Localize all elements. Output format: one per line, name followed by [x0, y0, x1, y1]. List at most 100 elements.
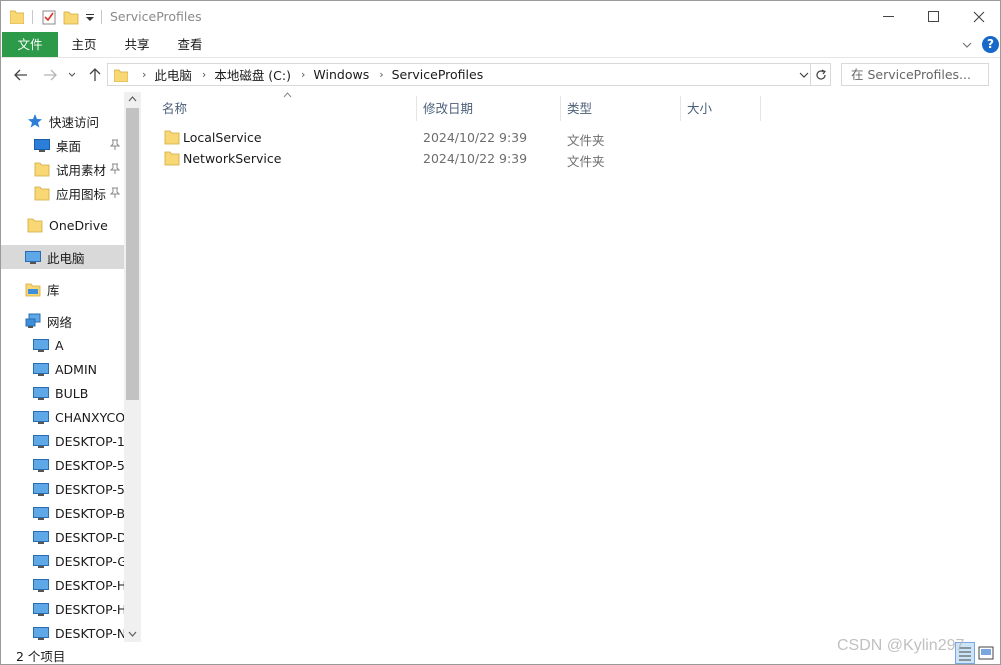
- nav-onedrive[interactable]: OneDrive: [1, 213, 124, 237]
- nav-label: DESKTOP-5I: [55, 481, 124, 497]
- scroll-down-icon[interactable]: [128, 631, 137, 637]
- nav-network-computer[interactable]: ADMIN: [1, 357, 124, 381]
- search-input[interactable]: 在 ServiceProfiles...: [841, 63, 989, 86]
- close-icon: [973, 11, 985, 22]
- nav-network[interactable]: 网络: [1, 309, 124, 333]
- nav-label: A: [55, 337, 64, 353]
- title-bar: ServiceProfiles: [1, 1, 1000, 32]
- tab-view[interactable]: 查看: [169, 32, 211, 57]
- file-row[interactable]: LocalService 2024/10/22 9:39 文件夹: [156, 127, 756, 148]
- forward-button[interactable]: [41, 66, 59, 84]
- back-button[interactable]: [12, 66, 30, 84]
- nav-network-computer[interactable]: BULB: [1, 381, 124, 405]
- nav-label: DESKTOP-H: [55, 577, 124, 593]
- tab-file[interactable]: 文件: [2, 32, 58, 57]
- nav-label: DESKTOP-B: [55, 505, 124, 521]
- nav-this-pc[interactable]: 此电脑: [1, 245, 124, 269]
- minimize-icon: [882, 16, 894, 17]
- file-name: NetworkService: [183, 151, 282, 166]
- network-icon: [25, 313, 41, 328]
- folder-icon: [164, 130, 180, 145]
- column-header-modified[interactable]: 修改日期: [417, 96, 561, 121]
- nav-label: DESKTOP-5C: [55, 457, 124, 473]
- breadcrumb-serviceprofiles[interactable]: ServiceProfiles: [392, 67, 484, 82]
- breadcrumb-local-disk[interactable]: 本地磁盘 (C:): [214, 65, 291, 84]
- expand-ribbon-icon[interactable]: [960, 38, 974, 52]
- scroll-up-icon[interactable]: [128, 96, 137, 102]
- nav-network-computer[interactable]: DESKTOP-5C: [1, 453, 124, 477]
- nav-label: 试用素材: [56, 162, 107, 178]
- nav-network-computer[interactable]: DESKTOP-5I: [1, 477, 124, 501]
- breadcrumb-windows[interactable]: Windows: [313, 67, 369, 82]
- computer-icon: [33, 435, 49, 448]
- quick-access-toolbar: ServiceProfiles: [10, 1, 202, 32]
- nav-network-computer[interactable]: DESKTOP-N: [1, 621, 124, 642]
- address-history-icon[interactable]: [798, 68, 810, 82]
- nav-label: DESKTOP-G: [55, 553, 124, 569]
- help-button[interactable]: ?: [982, 36, 999, 53]
- nav-trial-materials[interactable]: 试用素材: [1, 157, 124, 181]
- nav-network-computer[interactable]: DESKTOP-B: [1, 501, 124, 525]
- folder-icon: [164, 151, 180, 166]
- file-modified: 2024/10/22 9:39: [423, 151, 528, 166]
- file-type: 文件夹: [567, 154, 605, 169]
- nav-network-computer[interactable]: DESKTOP-H: [1, 597, 124, 621]
- scrollbar-thumb[interactable]: [126, 108, 139, 400]
- refresh-button[interactable]: [811, 63, 831, 86]
- nav-label: DESKTOP-N: [55, 625, 124, 641]
- nav-desktop[interactable]: 桌面: [1, 133, 124, 157]
- nav-quick-access[interactable]: 快速访问: [1, 109, 124, 133]
- nav-label: CHANXYCO: [55, 409, 124, 425]
- nav-network-computer[interactable]: DESKTOP-G: [1, 549, 124, 573]
- nav-network-computer[interactable]: CHANXYCO: [1, 405, 124, 429]
- nav-scrollbar[interactable]: [124, 92, 141, 642]
- large-icons-view-icon: [978, 646, 994, 660]
- nav-network-computer[interactable]: DESKTOP-D: [1, 525, 124, 549]
- nav-label: 此电脑: [47, 250, 85, 266]
- chevron-right-icon[interactable]: ›: [202, 68, 206, 81]
- nav-label: OneDrive: [49, 217, 108, 233]
- explorer-window: ServiceProfiles 文件 主页 共享 查看 ? › 此电脑 › 本地…: [0, 0, 1001, 665]
- chevron-down-icon: [68, 72, 76, 77]
- nav-network-computer[interactable]: DESKTOP-H: [1, 573, 124, 597]
- close-button[interactable]: [956, 1, 1000, 32]
- nav-network-computer[interactable]: A: [1, 333, 124, 357]
- library-icon: [25, 283, 41, 297]
- tab-home[interactable]: 主页: [63, 32, 105, 57]
- minimize-button[interactable]: [865, 1, 911, 32]
- large-icons-view-button[interactable]: [977, 644, 995, 662]
- chevron-right-icon[interactable]: ›: [379, 68, 383, 81]
- column-header-name[interactable]: 名称: [156, 96, 417, 121]
- star-icon: [28, 114, 42, 128]
- file-type: 文件夹: [567, 133, 605, 148]
- ribbon-tabs: 文件 主页 共享 查看 ?: [1, 32, 1000, 58]
- toolbar-separator: [32, 9, 33, 24]
- computer-icon: [33, 387, 49, 400]
- nav-network-computer[interactable]: DESKTOP-1: [1, 429, 124, 453]
- computer-icon: [33, 459, 49, 472]
- up-button[interactable]: [86, 66, 104, 84]
- column-header-type[interactable]: 类型: [561, 96, 681, 121]
- file-row[interactable]: NetworkService 2024/10/22 9:39 文件夹: [156, 148, 756, 169]
- column-header-size[interactable]: 大小: [681, 96, 761, 121]
- navigation-pane: 快速访问 桌面 试用素材 应用图标 OneDrive 此电脑 库 网络 A AD…: [1, 92, 141, 642]
- properties-icon[interactable]: [41, 9, 57, 25]
- maximize-button[interactable]: [910, 1, 956, 32]
- chevron-right-icon[interactable]: ›: [301, 68, 305, 81]
- forward-arrow-icon: [44, 69, 57, 81]
- address-bar[interactable]: › 此电脑 › 本地磁盘 (C:) › Windows › ServicePro…: [107, 63, 811, 86]
- chevron-right-icon[interactable]: ›: [142, 68, 146, 81]
- recent-locations-button[interactable]: [65, 66, 79, 84]
- file-list: 名称 修改日期 类型 大小 LocalService 2024/10/22 9:…: [141, 92, 1000, 642]
- nav-library[interactable]: 库: [1, 277, 124, 301]
- breadcrumb-this-pc[interactable]: 此电脑: [154, 65, 192, 84]
- tab-share[interactable]: 共享: [116, 32, 158, 57]
- nav-app-icons[interactable]: 应用图标: [1, 181, 124, 205]
- folder-icon: [114, 69, 128, 82]
- pin-icon: [109, 163, 121, 174]
- nav-label: 网络: [47, 314, 73, 330]
- back-arrow-icon: [14, 69, 27, 81]
- nav-label: ADMIN: [55, 361, 97, 377]
- new-folder-icon[interactable]: [63, 9, 79, 25]
- customize-toolbar-icon[interactable]: [85, 9, 95, 25]
